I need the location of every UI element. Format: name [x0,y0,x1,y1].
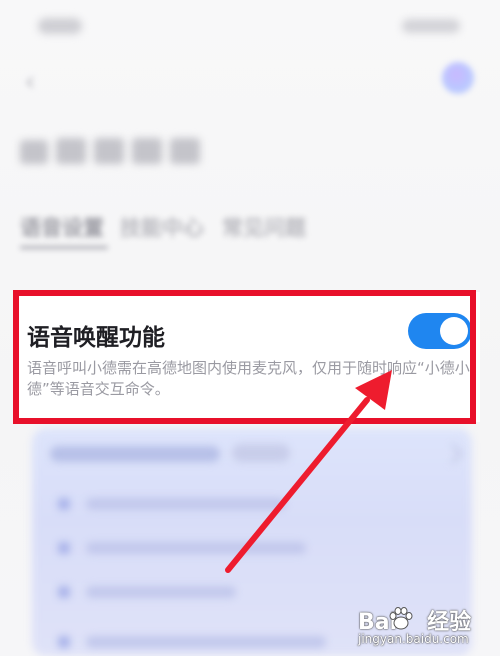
baidu-paw-icon [389,607,413,630]
app-screen: ‹ 语音设置 技能中心 常见问题 语音唤醒功能 语音呼叫小德需在高德地图内使用麦… [0,0,500,656]
baidu-jingyan-watermark: Bai 经验 jingyan.baidu.com [358,604,486,652]
watermark-url: jingyan.baidu.com [358,632,469,646]
arrow-shaft [225,397,370,573]
pointer-arrow [225,370,392,573]
